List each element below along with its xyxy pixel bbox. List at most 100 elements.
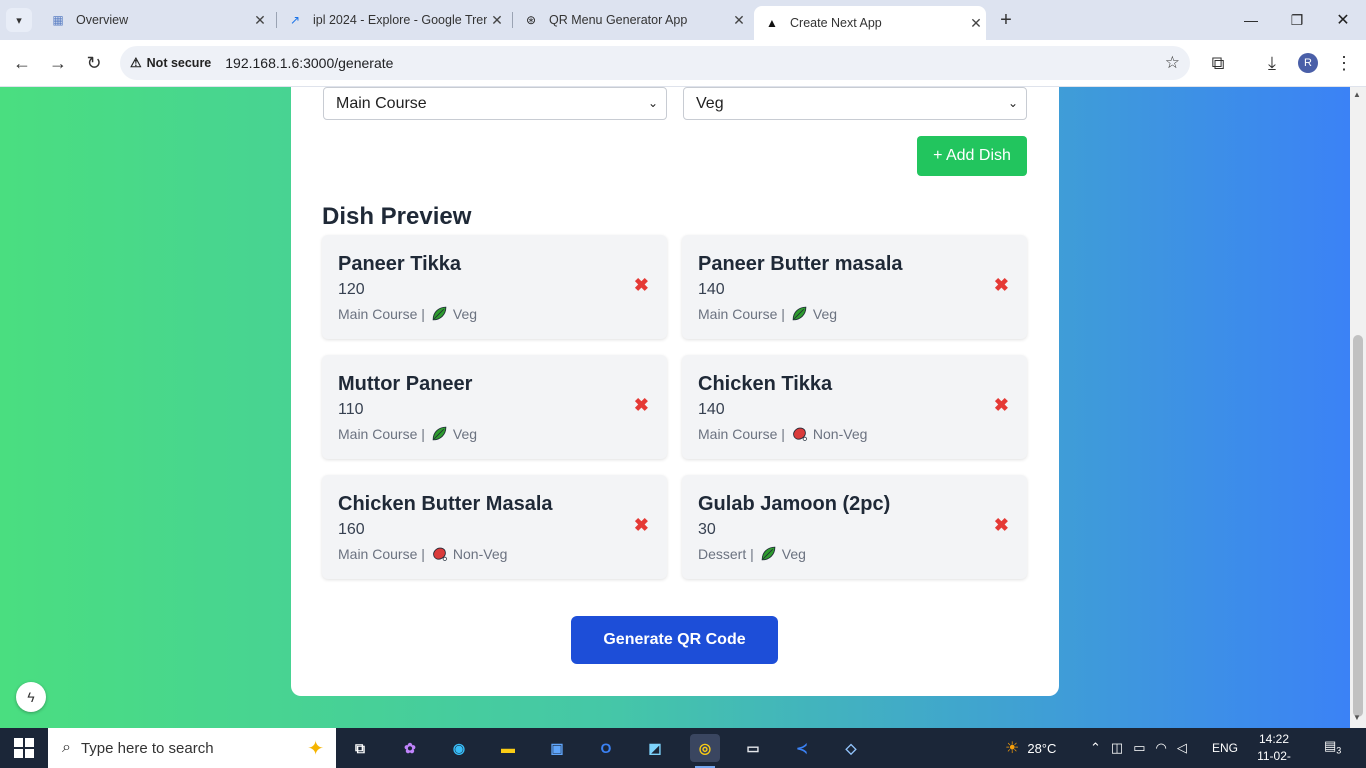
chevron-up-icon[interactable]: ⌃ — [1090, 740, 1101, 756]
dish-category: Main Course — [338, 545, 418, 562]
dish-meta: Main Course | Veg — [338, 425, 477, 442]
page-viewport: Main Course ⌄ Veg ⌄ + Add Dish Dish Prev… — [0, 87, 1350, 728]
minimize-button[interactable]: — — [1228, 0, 1274, 40]
dish-price: 160 — [338, 521, 365, 538]
language-indicator[interactable]: ENG — [1212, 728, 1238, 768]
tab-create-next-app[interactable]: ▲ Create Next App ✕ — [754, 6, 986, 40]
clock-time: 14:22 — [1258, 732, 1290, 746]
tab-overview[interactable]: ▦ Overview ✕ — [40, 0, 270, 40]
dish-card: Gulab Jamoon (2pc) 30 Dessert | Veg ✖ — [682, 475, 1027, 579]
dish-category: Main Course — [338, 425, 418, 442]
dish-category: Main Course — [698, 425, 778, 442]
extensions-icon[interactable]: ⧉ — [1204, 49, 1232, 77]
dish-price: 110 — [338, 401, 364, 418]
app-icon[interactable]: ◇ — [836, 734, 866, 762]
dish-category: Main Course — [698, 305, 778, 322]
veg-leaf-icon — [792, 306, 807, 321]
task-view-icon[interactable]: ⧉ — [345, 734, 375, 762]
scroll-down-icon[interactable]: ▼ — [1353, 713, 1361, 722]
scroll-up-icon[interactable]: ▲ — [1353, 90, 1361, 99]
meta-separator: | — [421, 545, 425, 562]
bookmark-star-icon[interactable]: ☆ — [1165, 53, 1180, 73]
windows-start-icon[interactable] — [14, 738, 34, 758]
close-icon[interactable]: ✕ — [250, 10, 270, 30]
vscode-icon[interactable]: ≺ — [787, 734, 817, 762]
add-dish-button[interactable]: + Add Dish — [917, 136, 1027, 176]
type-select[interactable]: Veg ⌄ — [683, 87, 1027, 120]
new-tab-button[interactable]: + — [994, 8, 1018, 32]
analytics-icon: ▦ — [52, 13, 64, 27]
dish-preview-title: Dish Preview — [322, 203, 472, 230]
clock-date: 11-02-2025 — [1257, 749, 1291, 768]
dish-card: Paneer Butter masala 140 Main Course | V… — [682, 235, 1027, 339]
veg-leaf-icon — [432, 426, 447, 441]
forward-button[interactable]: → — [44, 49, 72, 77]
dish-meta: Main Course | Non-Veg — [698, 425, 867, 442]
close-window-button[interactable]: ✕ — [1320, 0, 1366, 40]
dish-meta: Dessert | Veg — [698, 545, 806, 562]
generate-qr-button[interactable]: Generate QR Code — [571, 616, 778, 664]
dish-card: Chicken Tikka 140 Main Course | Non-Veg … — [682, 355, 1027, 459]
address-bar[interactable]: ⚠ Not secure 192.168.1.6:3000/generate ☆ — [120, 46, 1190, 80]
chevron-down-icon: ⌄ — [1007, 96, 1018, 110]
weather-widget[interactable]: ☀ 28°C — [1005, 728, 1056, 768]
dish-meta: Main Course | Veg — [698, 305, 837, 322]
dish-price: 140 — [698, 281, 725, 298]
terminal-icon[interactable]: ▭ — [738, 734, 768, 762]
dish-price: 140 — [698, 401, 725, 418]
tab-google-trends[interactable]: ↗ ipl 2024 - Explore - Google Trends ✕ — [277, 0, 507, 40]
back-button[interactable]: ← — [8, 49, 36, 77]
battery-icon[interactable]: ▭ — [1133, 740, 1145, 756]
meet-icon[interactable]: ◫ — [1111, 740, 1123, 756]
category-select[interactable]: Main Course ⌄ — [323, 87, 667, 120]
warning-icon: ⚠ — [130, 55, 142, 70]
store-icon[interactable]: ▣ — [542, 734, 572, 762]
veg-leaf-icon — [432, 306, 447, 321]
photos-icon[interactable]: ◩ — [640, 734, 670, 762]
remove-dish-button[interactable]: ✖ — [994, 515, 1009, 536]
notification-icon[interactable]: ▤3 — [1324, 738, 1346, 758]
dish-name: Gulab Jamoon (2pc) — [698, 493, 891, 515]
close-icon[interactable]: ✕ — [729, 10, 749, 30]
volume-icon[interactable]: ◁ — [1177, 740, 1187, 756]
meta-separator: | — [781, 425, 785, 442]
profile-avatar[interactable]: R — [1298, 53, 1318, 73]
reload-button[interactable]: ↻ — [80, 49, 108, 77]
download-icon[interactable]: ⤓ — [1258, 49, 1286, 77]
search-icon: ⌕ — [62, 739, 71, 756]
clock[interactable]: 14:22 11-02-2025 — [1244, 731, 1304, 768]
close-icon[interactable]: ✕ — [966, 13, 986, 33]
copilot-icon[interactable]: ✿ — [395, 734, 425, 762]
tab-qr-menu-generator[interactable]: ⊛ QR Menu Generator App ✕ — [513, 0, 749, 40]
trends-icon: ↗ — [289, 13, 301, 27]
weather-icon: ☀ — [1005, 740, 1020, 757]
restore-button[interactable]: ❐ — [1274, 0, 1320, 40]
page-scrollbar[interactable]: ▲ ▼ — [1350, 87, 1366, 728]
dish-name: Chicken Butter Masala — [338, 493, 553, 515]
nextjs-devtools-icon[interactable]: ϟ — [16, 682, 46, 712]
chrome-icon[interactable]: ◎ — [690, 734, 720, 762]
edge-icon[interactable]: ◉ — [444, 734, 474, 762]
taskbar-search[interactable]: ⌕ Type here to search ✦ — [48, 728, 336, 768]
menu-icon[interactable]: ⋮ — [1330, 49, 1358, 77]
outlook-icon[interactable]: O — [591, 734, 621, 762]
remove-dish-button[interactable]: ✖ — [634, 395, 649, 416]
remove-dish-button[interactable]: ✖ — [634, 515, 649, 536]
remove-dish-button[interactable]: ✖ — [634, 275, 649, 296]
meta-separator: | — [750, 545, 754, 562]
dish-card: Chicken Butter Masala 160 Main Course | … — [322, 475, 667, 579]
remove-dish-button[interactable]: ✖ — [994, 275, 1009, 296]
dish-type: Non-Veg — [812, 425, 868, 442]
chevron-down-icon: ⌄ — [647, 96, 658, 110]
security-indicator[interactable]: ⚠ Not secure — [130, 55, 219, 71]
scroll-thumb[interactable] — [1353, 335, 1363, 717]
wifi-icon[interactable]: ◠ — [1156, 740, 1167, 756]
dish-type: Veg — [812, 305, 838, 322]
meta-separator: | — [421, 425, 425, 442]
file-explorer-icon[interactable]: ▬ — [493, 734, 523, 762]
remove-dish-button[interactable]: ✖ — [994, 395, 1009, 416]
tab-search-button[interactable]: ▾ — [6, 8, 32, 32]
url-text[interactable]: 192.168.1.6:3000/generate — [225, 55, 393, 71]
close-icon[interactable]: ✕ — [487, 10, 507, 30]
dish-type: Veg — [452, 425, 478, 442]
